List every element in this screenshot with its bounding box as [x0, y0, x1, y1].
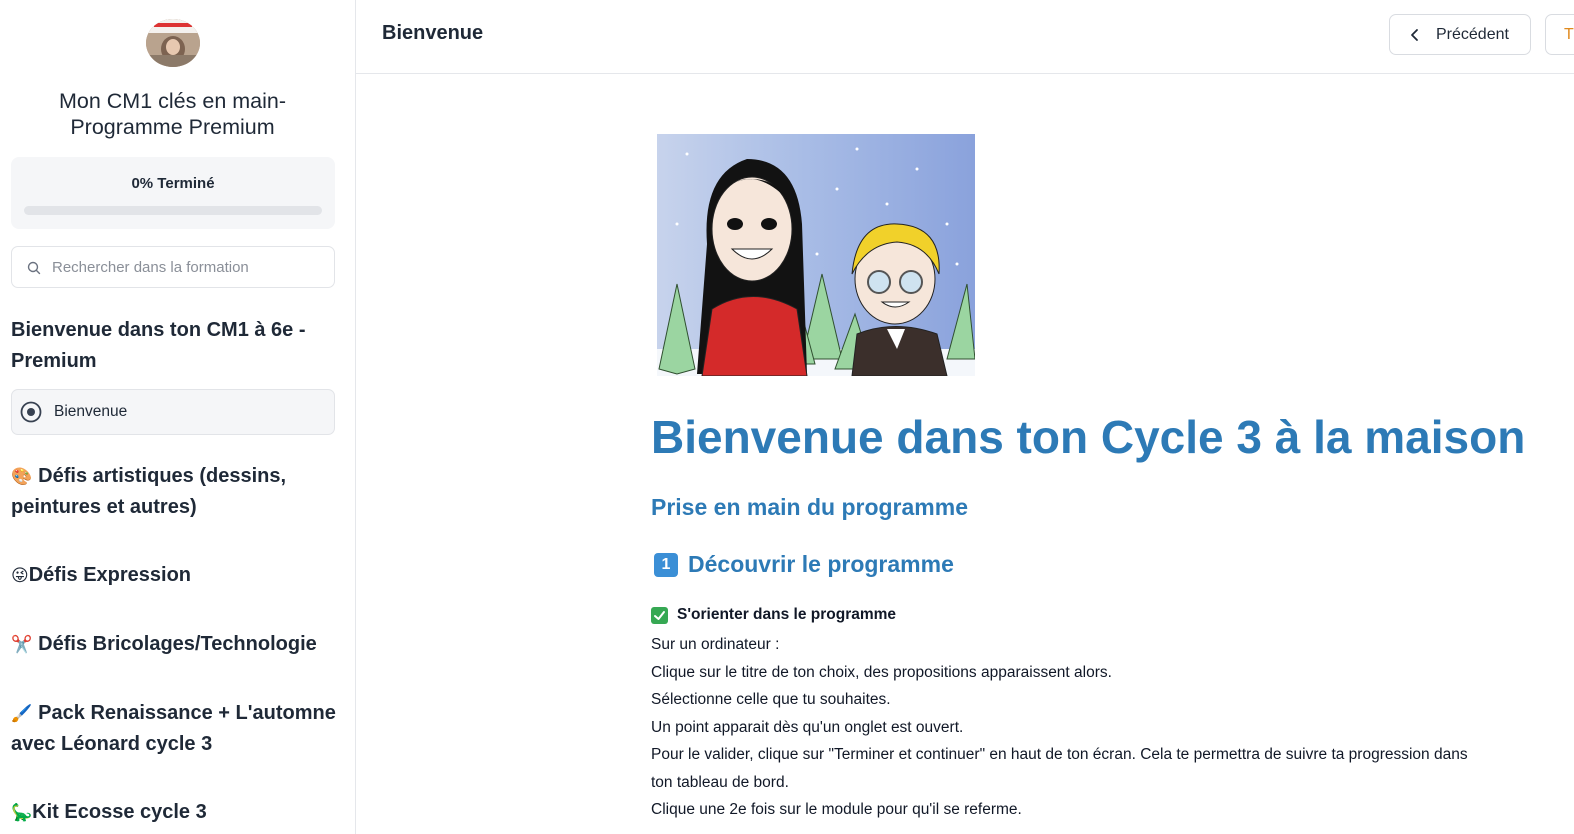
welcome-illustration [657, 134, 975, 376]
previous-label: Précédent [1436, 25, 1509, 43]
keycap-one-icon: 1 [654, 552, 678, 577]
instruction-line: Sélectionne celle que tu souhaites. [651, 691, 891, 708]
complete-and-continue-button[interactable]: T [1545, 14, 1574, 55]
instruction-line: Pour le valider, clique sur "Terminer et… [651, 746, 1468, 763]
instruction-line: Un point apparait dès qu'un onglet est o… [651, 718, 964, 736]
palette-icon: 🎨 [11, 467, 33, 486]
course-avatar [146, 19, 200, 67]
section-title-pack-renaissance[interactable]: 🖌️ Pack Renaissance + L'automne avec Léon… [11, 698, 341, 760]
section-label: Pack Renaissance + L'automne avec Léonar… [11, 702, 336, 755]
instruction-line: Clique sur le titre de ton choix, des pr… [651, 663, 1112, 681]
lesson-item-bienvenue[interactable]: Bienvenue [11, 389, 335, 435]
step-label: Découvrir le programme [688, 551, 954, 577]
section-title-kit-ecosse[interactable]: 🦕Kit Ecosse cycle 3 [11, 797, 341, 828]
check-mark-icon [651, 606, 668, 624]
dinosaur-icon: 🦕 [11, 803, 33, 822]
search-box[interactable] [11, 246, 335, 288]
check-title: S'orienter dans le programme [651, 606, 896, 624]
course-title: Mon CM1 clés en main- Programme Premium [58, 89, 287, 139]
section-label: Kit Ecosse cycle 3 [32, 801, 207, 823]
previous-button[interactable]: Précédent [1389, 14, 1531, 55]
section-title-bienvenue[interactable]: Bienvenue dans ton CM1 à 6e - Premium [11, 315, 341, 377]
progress-label: 0% Terminé [131, 175, 215, 192]
paintbrush-icon: 🖌️ [11, 704, 33, 723]
section-label: Défis Expression [28, 564, 192, 586]
instructions-text: Sur un ordinateur : Clique sur le titre … [651, 631, 1531, 824]
search-icon [27, 261, 41, 275]
sidebar: Mon CM1 clés en main- Programme Premium … [0, 0, 356, 834]
step-heading: 1 Découvrir le programme [651, 551, 954, 578]
radio-current-icon [20, 401, 42, 423]
progress-bar [24, 206, 322, 215]
chevron-left-icon [1411, 28, 1418, 41]
page-title: Bienvenue [382, 22, 484, 44]
search-input[interactable] [52, 247, 327, 287]
section-label: Défis artistiques (dessins, peintures et… [11, 465, 287, 518]
scissors-icon: ✂️ [11, 635, 33, 654]
main-heading: Bienvenue dans ton Cycle 3 à la maison [651, 411, 1526, 463]
check-title-label: S'orienter dans le programme [677, 606, 897, 623]
instruction-line: ton tableau de bord. [651, 773, 789, 791]
lesson-label: Bienvenue [54, 403, 128, 420]
section-label: Bienvenue dans ton CM1 à 6e - Premium [11, 319, 306, 372]
top-bar: Bienvenue Précédent T [356, 0, 1574, 74]
progress-card: 0% Terminé [11, 157, 335, 229]
sub-heading: Prise en main du programme [651, 494, 968, 520]
section-label: Défis Bricolages/Technologie [38, 633, 317, 655]
section-title-defis-bricolages[interactable]: ✂️ Défis Bricolages/Technologie [11, 629, 341, 660]
instruction-line: Clique une 2e fois sur le module pour qu… [651, 801, 1022, 818]
instruction-line: Sur un ordinateur : [651, 636, 780, 653]
section-title-defis-artistiques[interactable]: 🎨 Défis artistiques (dessins, peintures e… [11, 461, 341, 523]
section-title-defis-expression[interactable]: 😜Défis Expression [11, 560, 341, 591]
zany-face-icon: 😜 [11, 566, 29, 585]
